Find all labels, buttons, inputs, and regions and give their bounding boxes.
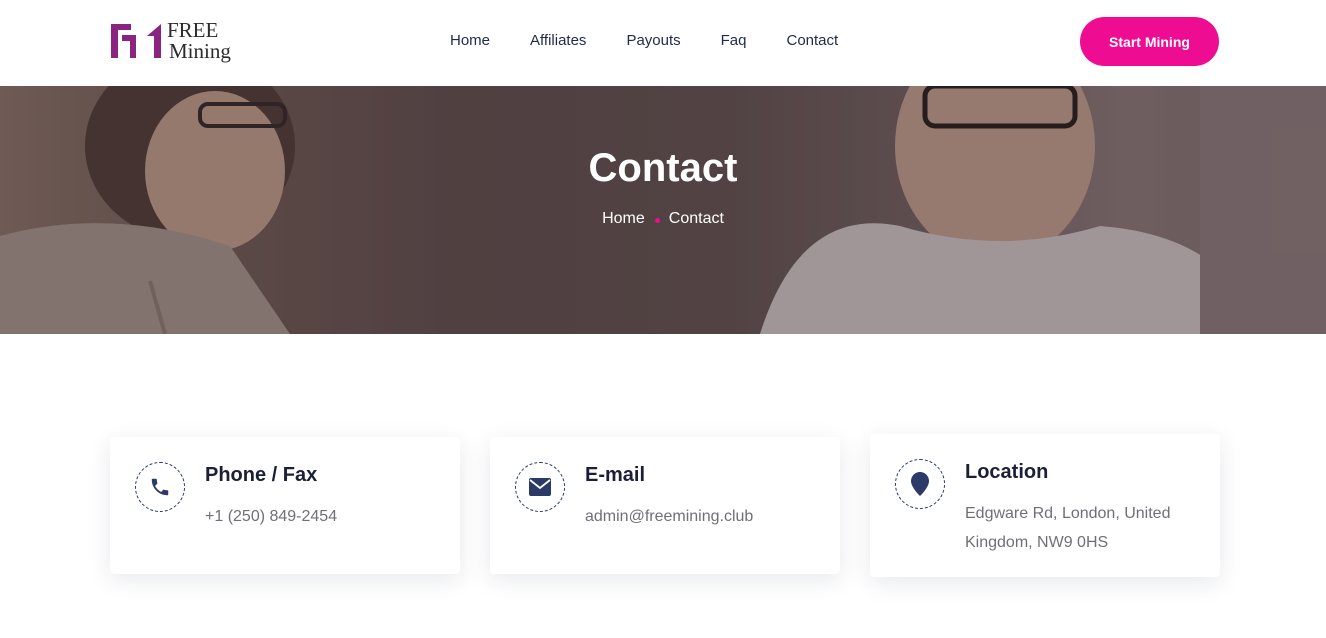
contact-card-email: E-mail admin@freemining.club [490, 437, 840, 574]
contact-card-phone: Phone / Fax +1 (250) 849-2454 [110, 437, 460, 574]
logo-mark-icon [111, 24, 161, 58]
nav-payouts[interactable]: Payouts [626, 30, 680, 52]
email-address[interactable]: admin@freemining.club [585, 502, 815, 531]
card-title: Location [965, 461, 1049, 483]
logo-text-line2: Mining [169, 39, 231, 63]
site-header: FREE Mining Home Affiliates Payouts Faq … [0, 0, 1326, 86]
page-title: Contact [588, 146, 738, 190]
breadcrumb-separator-icon [654, 217, 660, 223]
phone-number[interactable]: +1 (250) 849-2454 [205, 502, 435, 531]
map-pin-icon [895, 459, 945, 509]
contact-card-location: Location Edgware Rd, London, United King… [870, 434, 1220, 577]
main-nav: Home Affiliates Payouts Faq Contact [450, 30, 838, 52]
card-title: Phone / Fax [205, 464, 318, 486]
start-mining-button[interactable]: Start Mining [1080, 17, 1219, 66]
breadcrumb: Home Contact [0, 210, 1326, 228]
nav-affiliates[interactable]: Affiliates [530, 30, 586, 52]
nav-home[interactable]: Home [450, 30, 490, 52]
nav-faq[interactable]: Faq [721, 30, 747, 52]
envelope-icon [515, 462, 565, 512]
logo[interactable]: FREE Mining [109, 20, 241, 66]
breadcrumb-current: Contact [668, 210, 724, 227]
location-address: Edgware Rd, London, United Kingdom, NW9 … [965, 505, 1171, 551]
page-hero: Contact Home Contact [0, 86, 1326, 334]
logo-text: FREE Mining [167, 20, 231, 62]
phone-icon [135, 462, 185, 512]
breadcrumb-home[interactable]: Home [602, 210, 645, 228]
card-title: E-mail [585, 464, 646, 486]
nav-contact[interactable]: Contact [787, 30, 839, 52]
